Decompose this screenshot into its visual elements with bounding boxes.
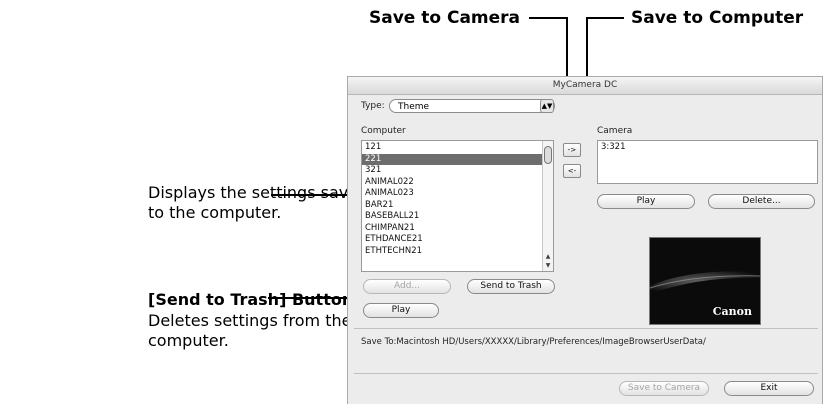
callout-trash-title: [Send to Trash] Button (148, 290, 354, 309)
send-to-trash-button[interactable]: Send to Trash (467, 279, 555, 294)
list-item[interactable]: BAR21 (362, 200, 553, 212)
computer-label: Computer (361, 126, 406, 136)
computer-list-scrollbar[interactable]: ▲ ▼ (542, 141, 553, 271)
list-item[interactable]: ETHTECHN21 (362, 246, 553, 258)
type-select[interactable]: Theme ▲▼ (389, 99, 555, 113)
list-item[interactable]: 121 (362, 142, 553, 154)
scroll-up-icon[interactable]: ▲ (543, 252, 553, 261)
scroll-down-icon[interactable]: ▼ (543, 261, 553, 270)
list-item[interactable]: ETHDANCE21 (362, 234, 553, 246)
list-item[interactable]: BASEBALL21 (362, 211, 553, 223)
theme-preview-image: Canon (649, 237, 761, 325)
list-item[interactable]: ANIMAL023 (362, 188, 553, 200)
window-titlebar: MyCamera DC (348, 77, 822, 95)
mycamera-window: MyCamera DC Type: Theme ▲▼ Computer Came… (347, 76, 823, 404)
type-label: Type: (361, 101, 385, 111)
callout-displays-line2: to the computer. (148, 203, 282, 222)
save-to-camera-button[interactable]: Save to Camera (619, 381, 709, 396)
scroll-thumb[interactable] (544, 146, 552, 164)
callout-displays-line1: Displays the settings saved (148, 183, 369, 202)
list-item[interactable]: 321 (362, 165, 553, 177)
callout-save-to-camera: Save to Camera (369, 8, 521, 28)
callout-trash-line2: computer. (148, 331, 229, 350)
to-computer-button[interactable]: <- (563, 164, 581, 178)
callout-trash-line1: Deletes settings from the (148, 311, 352, 330)
camera-list[interactable]: 3:321 (597, 140, 818, 184)
list-item[interactable]: 3:321 (598, 142, 817, 154)
save-path-text: Save To:Macintosh HD/Users/XXXXX/Library… (361, 337, 706, 347)
play-camera-button[interactable]: Play (597, 194, 695, 209)
computer-list[interactable]: 121 221 321 ANIMAL022 ANIMAL023 BAR21 BASEBALL… (361, 140, 554, 272)
separator-top (354, 328, 818, 329)
separator-bottom (354, 373, 818, 374)
camera-label: Camera (597, 126, 633, 136)
leader-save-to-computer-h (586, 17, 624, 19)
preview-brand-text: Canon (712, 305, 752, 318)
add-button[interactable]: Add... (363, 279, 451, 294)
callout-save-to-computer: Save to Computer (631, 8, 804, 28)
list-item[interactable]: 221 (362, 153, 553, 165)
play-computer-button[interactable]: Play (363, 303, 439, 318)
exit-button[interactable]: Exit (724, 381, 814, 396)
list-item[interactable]: ANIMAL022 (362, 177, 553, 189)
to-camera-button[interactable]: -> (563, 143, 581, 157)
type-select-value: Theme (398, 102, 430, 112)
delete-button[interactable]: Delete... (708, 194, 815, 209)
leader-save-to-camera-h (529, 17, 567, 19)
list-item[interactable]: CHIMPAN21 (362, 223, 553, 235)
select-arrows-icon: ▲▼ (540, 99, 554, 113)
